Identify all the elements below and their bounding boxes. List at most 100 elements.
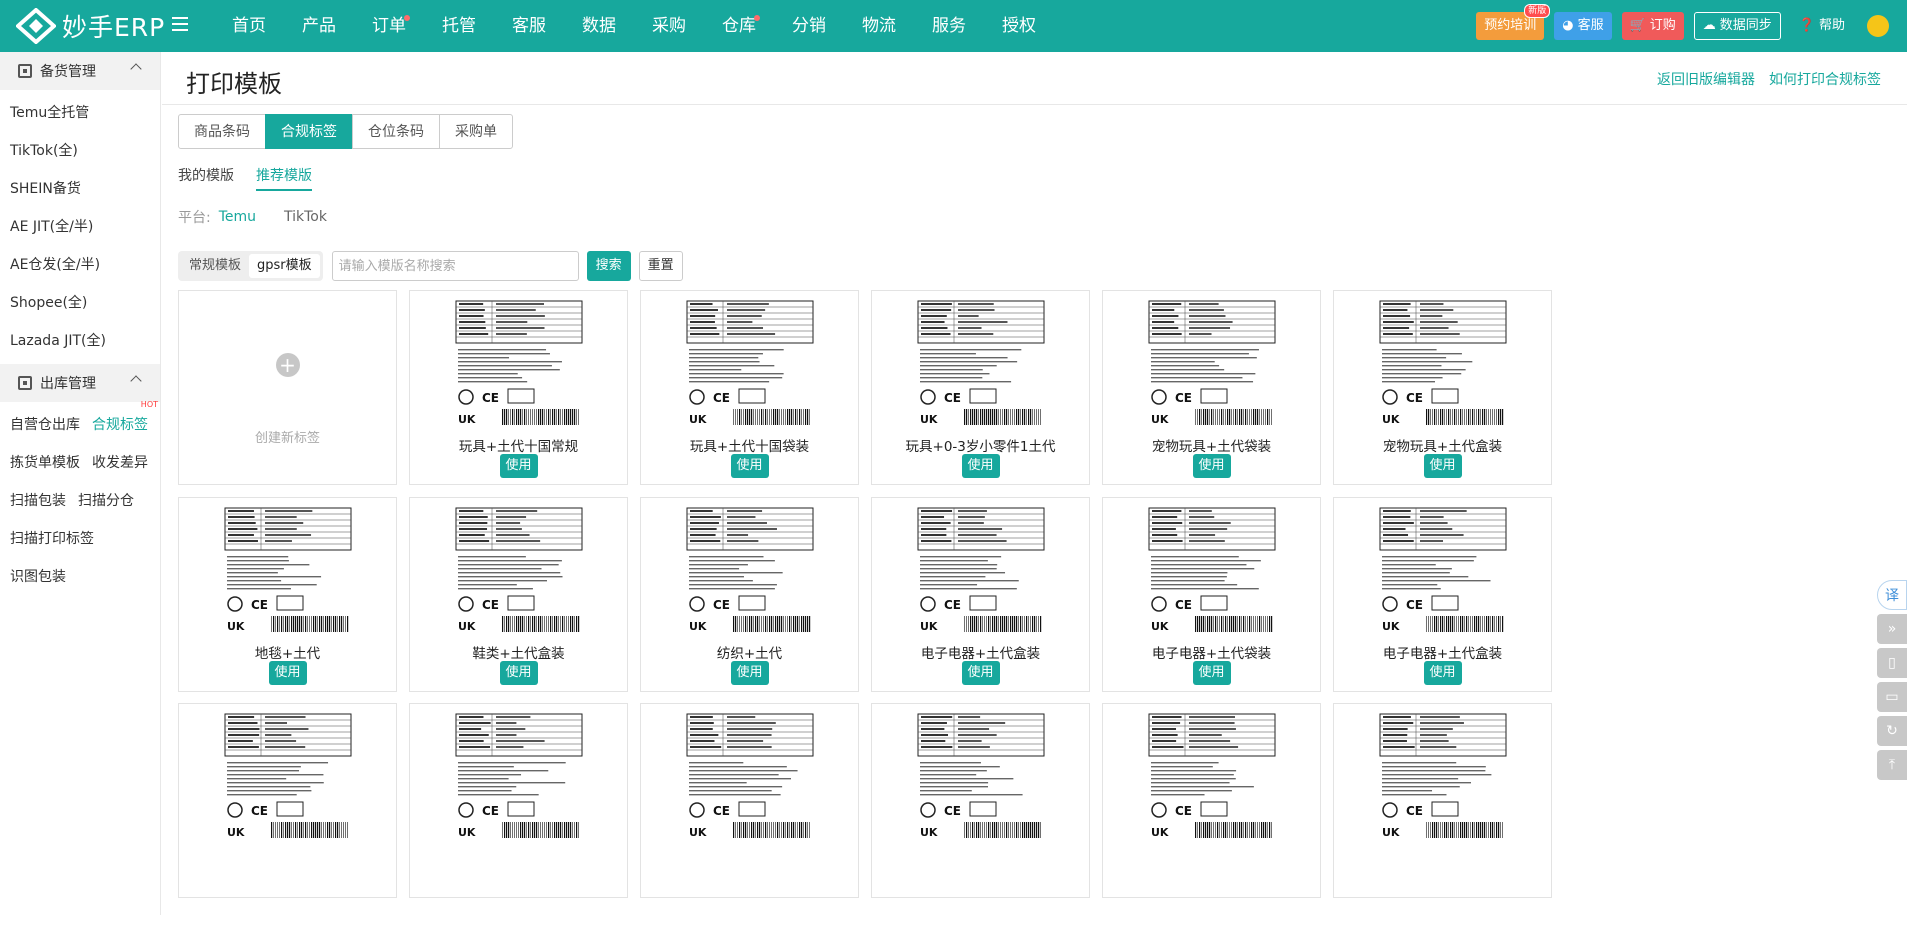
template-card[interactable]: CE UK 宠物玩具+土代盒装 使用: [1333, 290, 1552, 485]
nav-item[interactable]: 仓库: [704, 0, 774, 52]
sidebar-item[interactable]: TikTok(全): [10, 132, 78, 170]
template-preview: CE UK: [682, 712, 817, 842]
label-type-tab[interactable]: 采购单: [439, 114, 513, 149]
top-icon[interactable]: ⤒: [1877, 750, 1907, 780]
template-card[interactable]: CE UK 玩具+土代十国常规 使用: [409, 290, 628, 485]
screen-icon[interactable]: ▭: [1877, 682, 1907, 712]
sidebar-item[interactable]: AE JIT(全/半): [10, 208, 93, 246]
label-type-tab[interactable]: 仓位条码: [352, 114, 440, 149]
sidebar-item[interactable]: AE仓发(全/半): [10, 246, 100, 284]
template-card[interactable]: CE UK 玩具+土代十国袋装 使用: [640, 290, 859, 485]
template-card[interactable]: CE UK 电子电器+土代袋装 使用: [1102, 496, 1321, 692]
template-card[interactable]: CE UK 宠物玩具+土代袋装 使用: [1102, 290, 1321, 485]
label-type-tab[interactable]: 合规标签: [265, 114, 353, 149]
create-template-card[interactable]: + 创建新标签: [178, 290, 397, 485]
notification-dot: [404, 15, 410, 21]
menu-toggle-icon[interactable]: [172, 17, 188, 33]
use-button[interactable]: 使用: [961, 454, 1000, 478]
template-card[interactable]: CE UK 纺织+土代 使用: [640, 496, 859, 692]
nav-item[interactable]: 物流: [844, 0, 914, 52]
sidebar-item[interactable]: 拣货单模板: [10, 444, 80, 482]
template-card[interactable]: CE UK: [871, 703, 1090, 898]
search-button[interactable]: 搜索: [586, 251, 631, 281]
translate-icon[interactable]: 译: [1877, 580, 1907, 610]
nav-item-label: 仓库: [722, 16, 756, 36]
data-sync-button[interactable]: ☁ 数据同步: [1693, 12, 1781, 40]
app-logo[interactable]: 妙手ERP: [16, 8, 165, 44]
svg-text:UK: UK: [1382, 413, 1400, 426]
sidebar-item[interactable]: 扫描包装: [10, 482, 66, 520]
svg-text:CE: CE: [944, 804, 961, 818]
sidebar-item[interactable]: 合规标签 HOT: [92, 400, 158, 444]
sidebar-item[interactable]: 自营仓出库: [10, 406, 80, 444]
how-to-print-link[interactable]: 如何打印合规标签: [1769, 69, 1881, 89]
nav-item[interactable]: 分销: [774, 0, 844, 52]
template-card[interactable]: CE UK 电子电器+土代盒装 使用: [871, 496, 1090, 692]
phone-icon[interactable]: ▯: [1877, 648, 1907, 678]
use-button[interactable]: 使用: [499, 660, 538, 685]
sidebar-item[interactable]: 识图包装: [10, 558, 66, 596]
nav-item-label: 授权: [1002, 16, 1036, 36]
nav-item[interactable]: 服务: [914, 0, 984, 52]
template-card[interactable]: CE UK 玩具+0-3岁小零件1土代 使用: [871, 290, 1090, 485]
use-button[interactable]: 使用: [1423, 454, 1462, 478]
help-button[interactable]: ❓ 帮助: [1791, 12, 1853, 40]
platform-option[interactable]: Temu: [219, 209, 256, 225]
hot-badge: HOT: [140, 400, 158, 409]
use-button[interactable]: 使用: [1192, 660, 1231, 685]
label-type-tab[interactable]: 商品条码: [178, 114, 266, 149]
service-button[interactable]: ◕ 客服: [1554, 12, 1612, 40]
reset-button[interactable]: 重置: [638, 251, 683, 281]
back-old-editor-link[interactable]: 返回旧版编辑器: [1657, 69, 1755, 89]
sidebar-group-header[interactable]: 备货管理: [0, 52, 160, 90]
nav-item[interactable]: 订单: [354, 0, 424, 52]
platform-option[interactable]: TikTok: [284, 209, 327, 225]
use-button[interactable]: 使用: [268, 660, 307, 685]
sidebar-item[interactable]: 扫描打印标签: [10, 520, 94, 558]
template-card[interactable]: CE UK 地毯+土代 使用: [178, 496, 397, 692]
sidebar-item[interactable]: Shopee(全): [10, 284, 87, 322]
use-button[interactable]: 使用: [730, 660, 769, 685]
nav-item[interactable]: 客服: [494, 0, 564, 52]
template-card[interactable]: CE UK: [1333, 703, 1552, 898]
template-source-tab[interactable]: 推荐模版: [256, 165, 312, 191]
template-mode-option[interactable]: gpsr模板: [249, 254, 320, 278]
use-button[interactable]: 使用: [1192, 454, 1231, 478]
template-card[interactable]: CE UK 电子电器+土代盒装 使用: [1333, 496, 1552, 692]
template-search-input[interactable]: [331, 251, 579, 281]
refresh-icon[interactable]: ↻: [1877, 716, 1907, 746]
sidebar-item[interactable]: SHEIN备货: [10, 170, 81, 208]
template-source-tab[interactable]: 我的模版: [178, 165, 234, 191]
svg-text:CE: CE: [251, 804, 268, 818]
sidebar-item[interactable]: Lazada JIT(全): [10, 322, 106, 360]
nav-item[interactable]: 授权: [984, 0, 1054, 52]
template-card[interactable]: CE UK: [1102, 703, 1321, 898]
template-card[interactable]: CE UK 鞋类+土代盒装 使用: [409, 496, 628, 692]
use-button[interactable]: 使用: [961, 660, 1000, 685]
nav-item[interactable]: 首页: [214, 0, 284, 52]
avatar[interactable]: [1867, 15, 1889, 37]
template-card[interactable]: CE UK: [178, 703, 397, 898]
nav-item-label: 首页: [232, 16, 266, 36]
nav-item[interactable]: 托管: [424, 0, 494, 52]
chevrons-icon[interactable]: »: [1877, 614, 1907, 644]
template-card[interactable]: CE UK: [409, 703, 628, 898]
sidebar-item[interactable]: 收发差异: [92, 444, 148, 482]
use-button[interactable]: 使用: [499, 454, 538, 478]
template-card[interactable]: CE UK: [640, 703, 859, 898]
training-button[interactable]: 预约培训 新版: [1476, 4, 1551, 40]
svg-text:CE: CE: [1175, 598, 1192, 612]
nav-item[interactable]: 采购: [634, 0, 704, 52]
sidebar-item[interactable]: 扫描分仓: [78, 482, 134, 520]
sidebar-group-title: 备货管理: [40, 64, 96, 80]
nav-item[interactable]: 产品: [284, 0, 354, 52]
platform-label: 平台:: [178, 210, 211, 226]
sidebar-item[interactable]: Temu全托管: [10, 94, 89, 132]
template-preview: CE UK: [451, 299, 586, 429]
use-button[interactable]: 使用: [730, 454, 769, 478]
use-button[interactable]: 使用: [1423, 660, 1462, 685]
sidebar-group-header[interactable]: 出库管理: [0, 364, 160, 402]
nav-item[interactable]: 数据: [564, 0, 634, 52]
order-button[interactable]: 🛒 订购: [1621, 12, 1684, 40]
template-mode-option[interactable]: 常规模板: [181, 254, 249, 278]
